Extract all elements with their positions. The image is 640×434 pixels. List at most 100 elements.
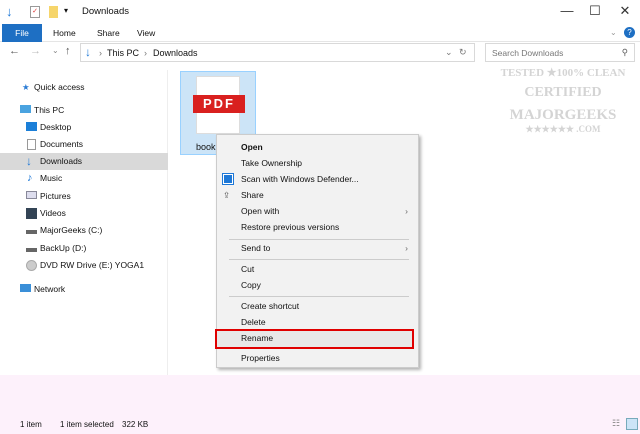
menu-item-cut[interactable]: Cut	[217, 261, 418, 277]
sidebar-item-label: Downloads	[40, 156, 83, 166]
network-icon	[20, 284, 31, 292]
watermark-text: TESTED ★100% CLEAN	[500, 67, 626, 79]
chevron-down-icon[interactable]: ⌄	[445, 47, 453, 58]
sidebar-item-label: This PC	[34, 105, 65, 115]
title-bar: ↓ ✓ ▾ Downloads — ☐ ✕	[0, 0, 640, 24]
up-button[interactable]: ↑	[65, 45, 71, 57]
properties-icon[interactable]: ✓	[30, 6, 40, 18]
help-icon[interactable]: ?	[624, 27, 635, 38]
chevron-right-icon: ›	[144, 48, 147, 58]
address-bar[interactable]: ↓ › This PC › Downloads ⌄ ↻	[80, 43, 475, 62]
breadcrumb-downloads[interactable]: Downloads	[153, 48, 198, 58]
sidebar-item-label: Music	[40, 173, 63, 183]
menu-item-label: Scan with Windows Defender...	[241, 174, 359, 184]
desktop-icon	[26, 122, 37, 131]
close-button[interactable]: ✕	[610, 3, 640, 19]
ribbon: File Home Share View ⌄ ?	[0, 24, 640, 42]
sidebar-item-downloads[interactable]: ↓ Downloads	[0, 153, 168, 170]
sidebar-item-desktop[interactable]: Desktop	[0, 119, 168, 136]
download-icon: ↓	[26, 154, 32, 168]
refresh-icon[interactable]: ↻	[459, 47, 467, 58]
sidebar-item-quick-access[interactable]: ★ Quick access	[0, 79, 168, 96]
watermark-text: ★★★★★★ .COM	[525, 124, 601, 134]
selection-size: 322 KB	[122, 420, 149, 429]
large-icons-view-icon[interactable]	[626, 418, 638, 430]
sidebar-item-documents[interactable]: Documents	[0, 136, 168, 153]
chevron-right-icon: ›	[405, 206, 408, 216]
sidebar-item-drive-d[interactable]: BackUp (D:)	[0, 240, 168, 257]
sidebar-item-label: Network	[34, 284, 66, 294]
menu-item-open[interactable]: Open	[217, 139, 418, 155]
search-placeholder: Search Downloads	[492, 48, 564, 58]
sidebar-item-dvd-drive[interactable]: DVD RW Drive (E:) YOGA1	[0, 257, 168, 274]
sidebar-item-music[interactable]: ♪ Music	[0, 170, 168, 187]
dvd-icon	[26, 260, 37, 271]
sidebar-item-label: DVD RW Drive (E:) YOGA1	[40, 260, 145, 270]
sidebar-item-label: Quick access	[34, 82, 85, 92]
sidebar-item-label: Desktop	[40, 122, 72, 132]
file-name: book	[196, 142, 216, 152]
menu-separator	[229, 296, 409, 297]
documents-icon	[27, 139, 36, 150]
sidebar-item-label: Videos	[40, 208, 66, 218]
menu-item-take-ownership[interactable]: Take Ownership	[217, 155, 418, 171]
tab-view[interactable]: View	[127, 24, 165, 42]
tab-home[interactable]: Home	[43, 24, 86, 42]
breadcrumb-this-pc[interactable]: This PC	[107, 48, 139, 58]
computer-icon	[20, 105, 31, 113]
sidebar-item-label: BackUp (D:)	[40, 243, 87, 253]
menu-item-properties[interactable]: Properties	[217, 350, 418, 366]
sidebar-item-this-pc[interactable]: This PC	[0, 102, 168, 119]
back-button[interactable]: ←	[9, 45, 20, 57]
menu-item-label: Send to	[241, 243, 271, 253]
maximize-button[interactable]: ☐	[580, 3, 610, 19]
sidebar-item-label: Documents	[40, 139, 83, 149]
drive-icon	[26, 230, 37, 234]
menu-item-rename[interactable]: Rename	[215, 329, 414, 349]
search-icon: ⚲	[621, 47, 628, 57]
tab-share[interactable]: Share	[87, 24, 130, 42]
videos-icon	[26, 208, 37, 219]
navigation-pane: ★ Quick access This PC Desktop Documents …	[0, 70, 168, 375]
share-icon: ⇪	[223, 190, 231, 200]
recent-locations-icon[interactable]: ⌄	[52, 46, 59, 55]
sidebar-item-network[interactable]: Network	[0, 281, 168, 298]
download-icon: ↓	[6, 4, 13, 19]
chevron-right-icon: ›	[405, 243, 408, 253]
pdf-badge: PDF	[193, 95, 245, 113]
menu-item-restore-versions[interactable]: Restore previous versions	[217, 219, 418, 235]
tab-file[interactable]: File	[2, 24, 42, 42]
details-view-icon[interactable]: ☷	[612, 418, 620, 429]
chevron-right-icon: ›	[99, 48, 102, 58]
watermark-text: MAJORGEEKS	[509, 107, 617, 123]
menu-item-share[interactable]: ⇪ Share	[217, 187, 418, 203]
menu-item-send-to[interactable]: Send to ›	[217, 240, 418, 256]
context-menu: Open Take Ownership Scan with Windows De…	[215, 134, 419, 368]
sidebar-item-drive-c[interactable]: MajorGeeks (C:)	[0, 222, 168, 239]
new-folder-icon[interactable]	[49, 6, 58, 18]
sidebar-item-pictures[interactable]: Pictures	[0, 188, 168, 205]
menu-item-open-with[interactable]: Open with ›	[217, 203, 418, 219]
window-title: Downloads	[82, 6, 129, 17]
sidebar-item-videos[interactable]: Videos	[0, 205, 168, 222]
quick-access-dropdown-icon[interactable]: ▾	[64, 6, 68, 15]
menu-item-label: Open with	[241, 206, 280, 216]
sidebar-item-label: Pictures	[40, 191, 71, 201]
menu-item-scan-defender[interactable]: Scan with Windows Defender...	[217, 171, 418, 187]
item-count: 1 item	[20, 420, 42, 429]
menu-item-label: Share	[241, 190, 264, 200]
menu-item-delete[interactable]: Delete	[217, 314, 418, 330]
menu-item-copy[interactable]: Copy	[217, 277, 418, 293]
minimize-button[interactable]: —	[552, 3, 582, 18]
search-input[interactable]: Search Downloads ⚲	[485, 43, 635, 62]
sidebar-item-label: MajorGeeks (C:)	[40, 225, 103, 235]
watermark-text: CERTIFIED	[524, 85, 602, 100]
windows-defender-icon	[222, 173, 234, 185]
navigation-bar: ← → ⌄ ↑ ↓ › This PC › Downloads ⌄ ↻ Sear…	[0, 43, 640, 63]
music-icon: ♪	[27, 172, 33, 184]
status-bar: 1 item 1 item selected 322 KB ☷	[0, 375, 640, 434]
majorgeeks-watermark: TESTED ★100% CLEAN CERTIFIED MAJORGEEKS …	[492, 66, 634, 158]
menu-item-create-shortcut[interactable]: Create shortcut	[217, 298, 418, 314]
forward-button[interactable]: →	[30, 45, 41, 57]
expand-ribbon-icon[interactable]: ⌄	[610, 28, 617, 37]
